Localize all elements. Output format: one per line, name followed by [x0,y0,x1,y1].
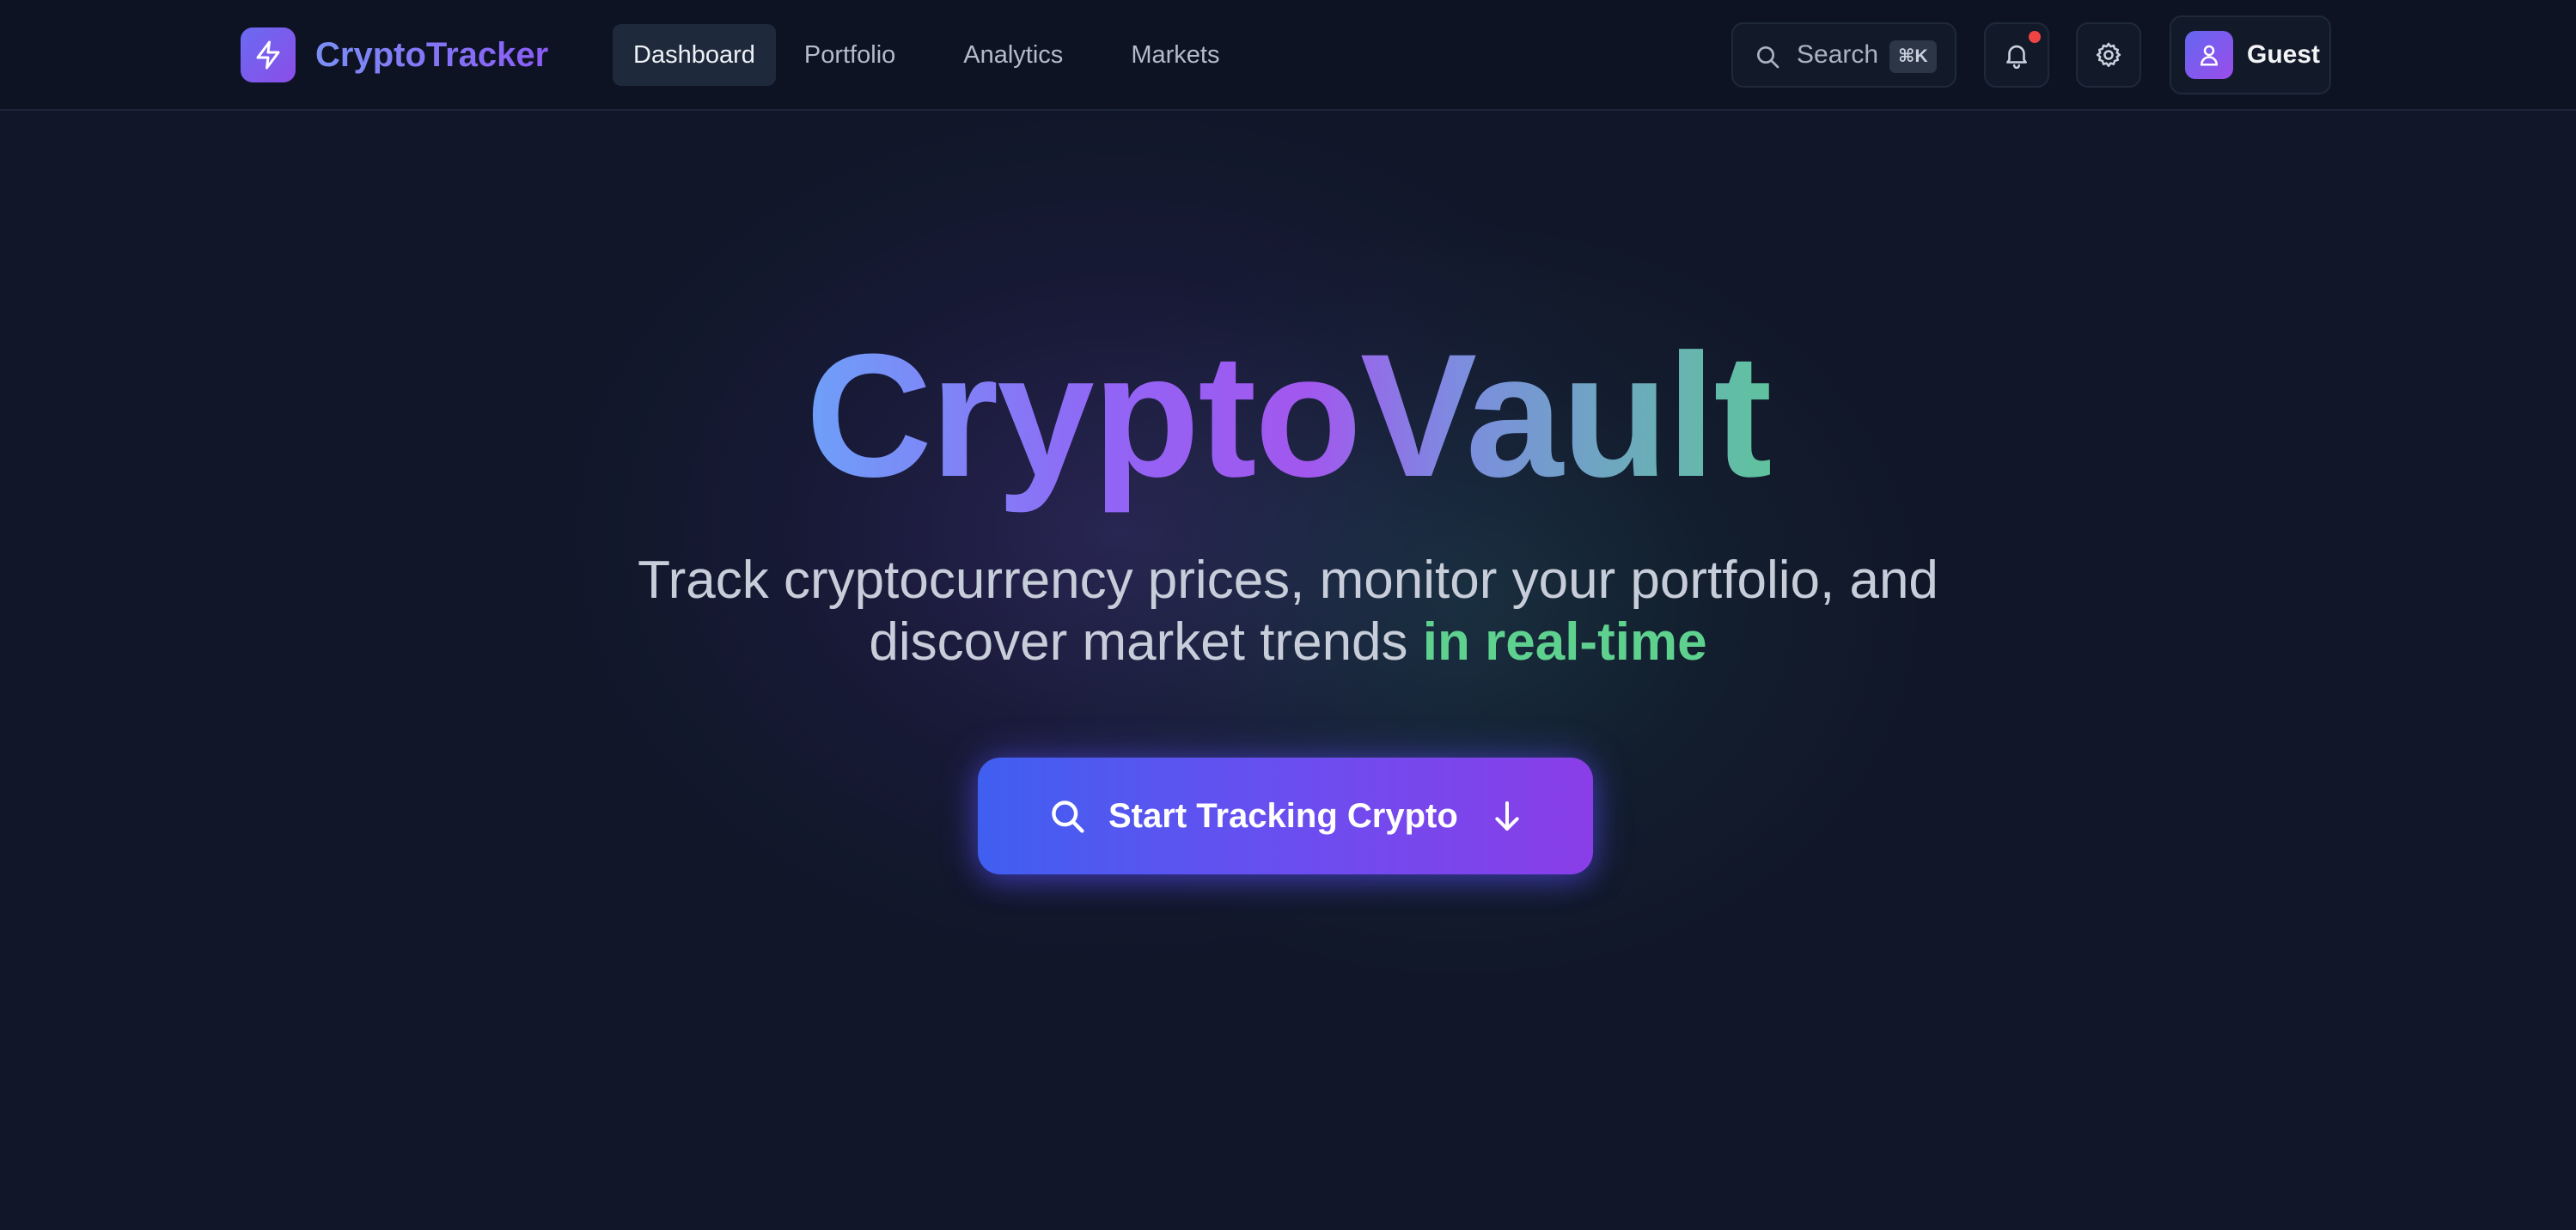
user-menu-button[interactable]: Guest [2170,15,2331,94]
bell-icon [2006,45,2027,70]
user-icon [2200,45,2219,66]
main-nav: Dashboard Portfolio Analytics Markets [613,24,1240,86]
arrow-down-icon [1495,801,1519,831]
user-name: Guest [2247,40,2321,69]
notification-dot [2029,31,2041,43]
nav-item-markets[interactable]: Markets [1110,24,1240,86]
avatar [2185,31,2233,79]
notifications-button[interactable] [1984,22,2049,88]
hero-title: CryptoVault [0,320,2576,512]
search-label: Search [1797,40,1879,69]
hero-subtitle-highlight: in real-time [1422,612,1707,672]
top-navbar: CryptoTracker Dashboard Portfolio Analyt… [0,0,2576,111]
nav-item-analytics[interactable]: Analytics [943,24,1084,86]
app-page: CryptoTracker Dashboard Portfolio Analyt… [0,0,2576,1230]
search-button[interactable]: Search ⌘K [1731,22,1956,88]
search-shortcut-badge: ⌘K [1889,40,1937,73]
hero-subtitle-line-2: discover market trends in real-time [0,612,2576,673]
gear-icon [2096,42,2121,68]
hero-subtitle: Track cryptocurrency prices, monitor you… [0,550,2576,673]
settings-button[interactable] [2076,22,2141,88]
search-icon [1757,46,1779,69]
hero-subtitle-text: discover market trends [869,612,1408,672]
nav-item-portfolio[interactable]: Portfolio [784,24,916,86]
nav-item-dashboard[interactable]: Dashboard [613,24,776,86]
start-tracking-button[interactable]: Start Tracking Crypto [978,758,1593,874]
brand-name[interactable]: CryptoTracker [315,31,548,79]
hero-subtitle-line-1: Track cryptocurrency prices, monitor you… [638,551,1938,610]
logo-lightning-icon[interactable] [241,27,296,82]
start-tracking-label: Start Tracking Crypto [1108,797,1458,835]
search-icon [1052,801,1084,833]
hero-title-text: CryptoVault [805,318,1773,514]
